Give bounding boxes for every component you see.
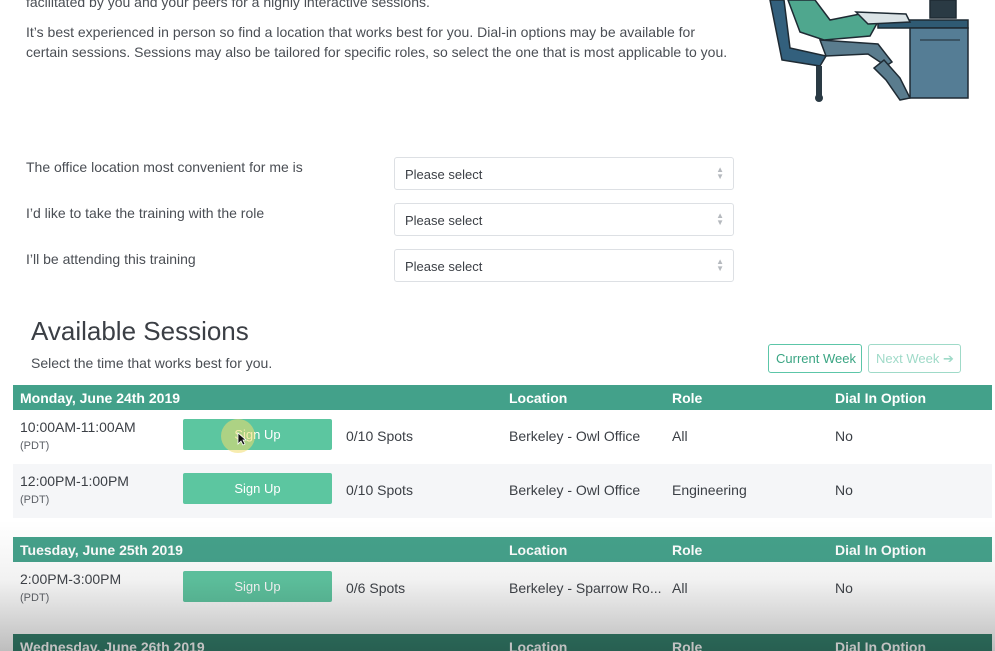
session-timezone: (PDT) <box>20 440 50 452</box>
next-week-button[interactable]: Next Week ➔ <box>868 344 961 373</box>
attendance-value: Please select <box>405 259 483 274</box>
office-location-row: The office location most convenient for … <box>26 157 736 191</box>
column-role: Role <box>672 542 703 558</box>
session-location: Berkeley - Owl Office <box>509 428 641 444</box>
column-dial-in: Dial In Option <box>835 390 926 406</box>
intro-line-1: facilitated by you and your peers for a … <box>26 0 430 10</box>
session-timezone: (PDT) <box>20 494 50 506</box>
day-header-monday: Monday, June 24th 2019 Location Role Dia… <box>13 385 992 410</box>
select-caret-icon: ▲ ▼ <box>716 257 724 273</box>
session-row: 2:00PM-3:00PM (PDT) Sign Up 0/6 Spots Be… <box>13 562 992 616</box>
attendance-row: I’ll be attending this training Please s… <box>26 249 736 283</box>
role-select[interactable]: Please select ▲ ▼ <box>394 203 734 236</box>
day-header-tuesday: Tuesday, June 25th 2019 Location Role Di… <box>13 537 992 562</box>
session-timezone: (PDT) <box>20 592 50 604</box>
session-dial-in: No <box>835 580 853 596</box>
sessions-subtitle: Select the time that works best for you. <box>31 355 273 371</box>
session-spots: 0/10 Spots <box>346 482 413 498</box>
day-date: Wednesday, June 26th 2019 <box>20 639 205 651</box>
next-week-label: Next Week <box>876 351 940 366</box>
session-time: 2:00PM-3:00PM <box>20 571 122 587</box>
column-dial-in: Dial In Option <box>835 542 926 558</box>
select-caret-icon: ▲ ▼ <box>716 165 724 181</box>
select-caret-icon: ▲ ▼ <box>716 211 724 227</box>
role-value: Please select <box>405 213 483 228</box>
sign-up-button[interactable]: Sign Up <box>183 419 332 450</box>
role-row: I’d like to take the training with the r… <box>26 203 736 237</box>
office-location-value: Please select <box>405 167 483 182</box>
session-location: Berkeley - Sparrow Ro... <box>509 580 662 596</box>
mouse-pointer-icon <box>237 432 247 446</box>
attendance-label: I’ll be attending this training <box>26 251 196 267</box>
column-role: Role <box>672 639 703 651</box>
office-location-label: The office location most convenient for … <box>26 159 303 175</box>
column-location: Location <box>509 639 568 651</box>
day-header-wednesday: Wednesday, June 26th 2019 Location Role … <box>13 634 992 651</box>
session-role: All <box>672 580 688 596</box>
session-spots: 0/6 Spots <box>346 580 406 596</box>
session-dial-in: No <box>835 482 853 498</box>
session-signup-page: facilitated by you and your peers for a … <box>0 0 995 651</box>
column-location: Location <box>509 390 568 406</box>
day-date: Tuesday, June 25th 2019 <box>20 542 183 558</box>
day-date: Monday, June 24th 2019 <box>20 390 181 406</box>
session-time: 10:00AM-11:00AM <box>20 419 136 435</box>
column-dial-in: Dial In Option <box>835 639 926 651</box>
sign-up-button[interactable]: Sign Up <box>183 473 332 504</box>
role-label: I’d like to take the training with the r… <box>26 205 265 221</box>
session-row: 12:00PM-1:00PM (PDT) Sign Up 0/10 Spots … <box>13 464 992 518</box>
current-week-button[interactable]: Current Week <box>768 344 862 373</box>
sessions-title: Available Sessions <box>31 316 249 346</box>
session-spots: 0/10 Spots <box>346 428 413 444</box>
intro-line-2: It’s best experienced in person so find … <box>26 24 728 60</box>
session-role: All <box>672 428 688 444</box>
attendance-select[interactable]: Please select ▲ ▼ <box>394 249 734 282</box>
arrow-right-icon: ➔ <box>942 351 954 366</box>
person-at-desk-illustration <box>769 0 969 102</box>
office-location-select[interactable]: Please select ▲ ▼ <box>394 157 734 190</box>
session-location: Berkeley - Owl Office <box>509 482 641 498</box>
column-location: Location <box>509 542 568 558</box>
intro-text: facilitated by you and your peers for a … <box>26 0 736 72</box>
sign-up-button[interactable]: Sign Up <box>183 571 332 602</box>
session-row: 10:00AM-11:00AM (PDT) Sign Up 0/10 Spots… <box>13 410 992 464</box>
session-dial-in: No <box>835 428 853 444</box>
column-role: Role <box>672 390 703 406</box>
session-role: Engineering <box>672 482 747 498</box>
session-time: 12:00PM-1:00PM <box>20 473 129 489</box>
current-week-label: Current Week <box>776 351 856 366</box>
